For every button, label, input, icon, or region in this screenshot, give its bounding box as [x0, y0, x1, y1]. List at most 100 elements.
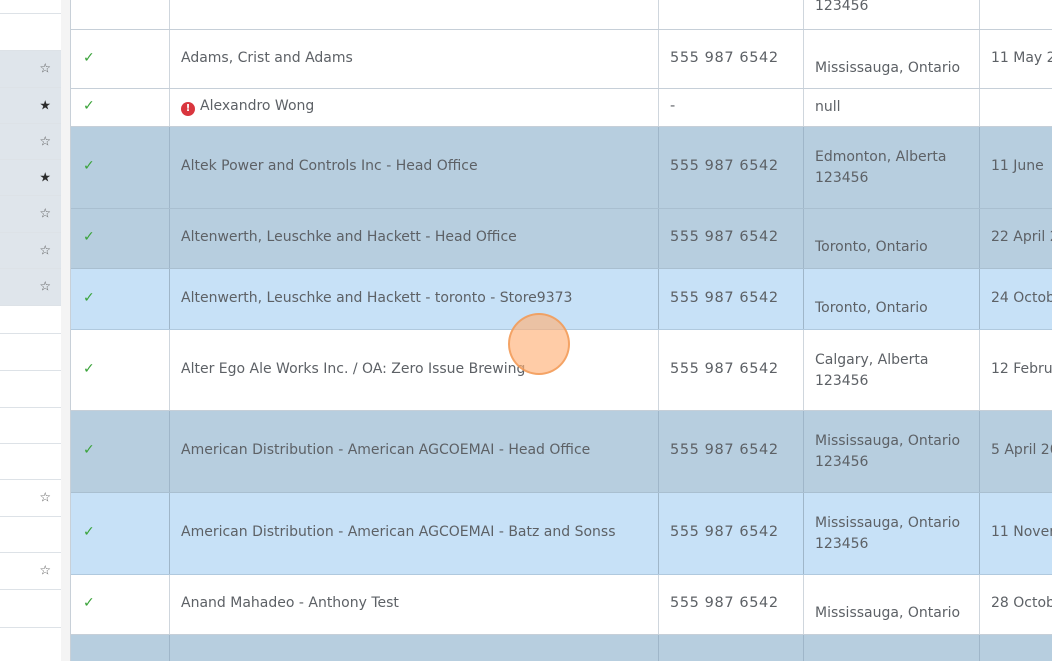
star-outline-icon[interactable]: ☆ — [39, 281, 51, 294]
name-cell — [170, 635, 659, 661]
date-cell — [980, 0, 1052, 29]
star-outline-icon[interactable]: ☆ — [39, 565, 51, 578]
status-cell: ✓ — [71, 209, 170, 268]
star-outline-icon[interactable]: ☆ — [39, 208, 51, 221]
phone-cell: 555 987 6542 — [659, 411, 804, 492]
account-name-wrap: Altenwerth, Leuschke and Hackett - Head … — [181, 229, 517, 245]
account-name-wrap: Altenwerth, Leuschke and Hackett - toron… — [181, 290, 572, 306]
gutter-row: ☆ — [0, 51, 61, 88]
gutter-row — [0, 0, 61, 14]
location-cell — [804, 635, 980, 661]
name-cell: Anand Mahadeo - Anthony Test — [170, 575, 659, 634]
location-cell: 123456 — [804, 0, 980, 29]
star-outline-icon[interactable]: ☆ — [39, 63, 51, 76]
created-date: 22 April 2 — [991, 229, 1052, 245]
location-text: Mississauga, Ontario — [815, 60, 961, 76]
table-row[interactable]: ✓ American Distribution - American AGCOEM… — [71, 493, 1052, 575]
table-row[interactable]: ✓ Altenwerth, Leuschke and Hackett - Head… — [71, 209, 1052, 269]
account-name-wrap: Anand Mahadeo - Anthony Test — [181, 595, 399, 611]
table-row[interactable]: ✓ Altenwerth, Leuschke and Hackett - toro… — [71, 269, 1052, 330]
gutter-row — [0, 444, 61, 480]
name-cell: American Distribution - American AGCOEMA… — [170, 493, 659, 574]
status-cell: ✓ — [71, 30, 170, 88]
date-cell — [980, 89, 1052, 126]
date-cell: 22 April 2 — [980, 209, 1052, 268]
account-name: Anand Mahadeo - Anthony Test — [181, 595, 399, 611]
status-cell — [71, 0, 170, 29]
created-date: 11 May 2 — [991, 50, 1052, 66]
table-row[interactable]: ✓ Anand Mahadeo - Anthony Test 555 987 654… — [71, 575, 1052, 635]
checkmark-icon: ✓ — [83, 158, 95, 174]
checkmark-icon: ✓ — [83, 290, 95, 306]
table-row[interactable]: ✓ Adams, Crist and Adams 555 987 6542 Missi… — [71, 30, 1052, 89]
name-cell: Altenwerth, Leuschke and Hackett - toron… — [170, 269, 659, 329]
table-row[interactable]: ✓ ! Alexandro Wong - null — [71, 89, 1052, 127]
location-text: Mississauga, Ontario 123456 — [815, 433, 961, 470]
star-outline-icon[interactable]: ☆ — [39, 244, 51, 257]
table-row[interactable]: 123456 — [71, 0, 1052, 30]
checkmark-icon: ✓ — [83, 98, 95, 114]
gutter-row: ★ — [0, 160, 61, 196]
name-cell — [170, 0, 659, 29]
status-cell: ✓ — [71, 269, 170, 329]
star-outline-icon[interactable]: ☆ — [39, 492, 51, 505]
account-name: American Distribution - American AGCOEMA… — [181, 524, 616, 540]
gutter-row — [0, 14, 61, 51]
location-text: Toronto, Ontario — [815, 239, 928, 255]
phone-cell: 555 987 6542 — [659, 575, 804, 634]
table-row[interactable]: ✓ Altek Power and Controls Inc - Head Off… — [71, 127, 1052, 209]
phone-number: 555 987 6542 — [670, 361, 779, 377]
status-cell: ✓ — [71, 493, 170, 574]
table-row[interactable]: ✓ American Distribution - American AGCOEM… — [71, 411, 1052, 493]
date-cell: 11 June — [980, 127, 1052, 208]
checkmark-icon: ✓ — [83, 361, 95, 377]
created-date: 12 Febru — [991, 361, 1052, 377]
created-date: 28 Octob — [991, 595, 1052, 611]
created-date: 5 April 20 — [991, 442, 1052, 458]
account-name: Alter Ego Ale Works Inc. / OA: Zero Issu… — [181, 361, 526, 377]
star-outline-icon[interactable]: ☆ — [39, 135, 51, 148]
table-row[interactable] — [71, 635, 1052, 661]
created-date: 11 Nover — [991, 524, 1052, 540]
name-cell: American Distribution - American AGCOEMA… — [170, 411, 659, 492]
gutter-row — [0, 408, 61, 444]
account-name: Altenwerth, Leuschke and Hackett - toron… — [181, 290, 573, 306]
date-cell: 28 Octob — [980, 575, 1052, 634]
gutter-row: ☆ — [0, 269, 61, 306]
name-cell: Adams, Crist and Adams — [170, 30, 659, 88]
gutter-row — [0, 306, 61, 334]
gutter-row — [0, 590, 61, 628]
phone-cell — [659, 0, 804, 29]
location-cell: Mississauga, Ontario — [804, 575, 980, 634]
account-name: Alexandro Wong — [200, 98, 315, 114]
location-text: Mississauga, Ontario 123456 — [815, 515, 961, 552]
star-filled-icon[interactable]: ★ — [39, 171, 51, 184]
account-name: Altenwerth, Leuschke and Hackett - Head … — [181, 229, 517, 245]
checkmark-icon: ✓ — [83, 442, 95, 458]
account-name-wrap: American Distribution - American AGCOEMA… — [181, 524, 616, 540]
name-cell: ! Alexandro Wong — [170, 89, 659, 126]
account-name: Altek Power and Controls Inc - Head Offi… — [181, 158, 478, 174]
table-row[interactable]: ✓ Alter Ego Ale Works Inc. / OA: Zero Iss… — [71, 330, 1052, 411]
location-text: Toronto, Ontario — [815, 300, 928, 316]
created-date: 24 Octob — [991, 290, 1052, 306]
phone-cell: 555 987 6542 — [659, 330, 804, 410]
account-name-wrap: ! Alexandro Wong — [181, 98, 314, 116]
date-cell: 24 Octob — [980, 269, 1052, 329]
phone-number: 555 987 6542 — [670, 50, 779, 66]
status-cell: ✓ — [71, 575, 170, 634]
phone-number: - — [670, 98, 676, 114]
phone-number: 555 987 6542 — [670, 158, 779, 174]
status-cell — [71, 635, 170, 661]
location-text: null — [815, 99, 841, 115]
location-cell: Toronto, Ontario — [804, 209, 980, 268]
checkmark-icon: ✓ — [83, 524, 95, 540]
account-name-wrap: American Distribution - American AGCOEMA… — [181, 442, 590, 458]
phone-number: 555 987 6542 — [670, 442, 779, 458]
location-text: Mississauga, Ontario — [815, 605, 961, 621]
gutter-row: ☆ — [0, 480, 61, 517]
phone-number: 555 987 6542 — [670, 524, 779, 540]
gutter-row: ☆ — [0, 553, 61, 590]
star-filled-icon[interactable]: ★ — [39, 99, 51, 112]
date-cell — [980, 635, 1052, 661]
